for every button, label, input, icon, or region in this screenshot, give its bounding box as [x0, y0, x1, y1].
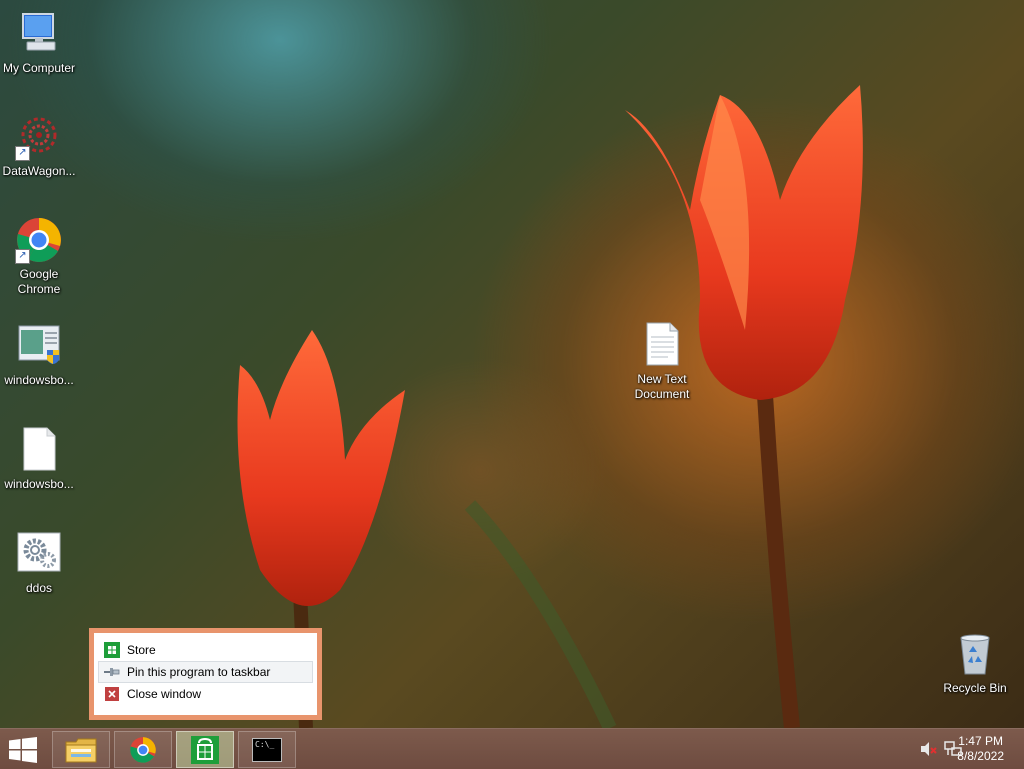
jump-list-item-label: Pin this program to taskbar — [127, 665, 271, 679]
shortcut-arrow-icon: ↗ — [15, 146, 30, 161]
taskbar-button-chrome[interactable] — [114, 731, 172, 768]
jump-list-item-label: Close window — [127, 687, 202, 701]
store-icon — [103, 641, 121, 659]
desktop-icon-label: Recycle Bin — [943, 681, 1007, 695]
desktop-icon-new-text-document[interactable]: New Text Document — [622, 321, 702, 402]
store-icon — [191, 735, 219, 764]
datawagon-icon: ↗ — [15, 113, 63, 161]
chrome-icon — [130, 736, 156, 763]
desktop-icon-google-chrome[interactable]: ↗ Google Chrome — [0, 216, 79, 297]
pin-icon — [103, 663, 121, 681]
jump-list-item-label: Store — [127, 643, 156, 657]
desktop-icon-my-computer[interactable]: My Computer — [0, 10, 79, 76]
desktop-icon-label: Google Chrome — [17, 267, 61, 296]
jump-list-body: Store Pin this program to taskbar Close … — [94, 633, 317, 715]
computer-icon — [15, 10, 63, 58]
text-file-icon — [638, 321, 686, 369]
shortcut-arrow-icon: ↗ — [15, 249, 30, 264]
desktop-icon-label: ddos — [25, 581, 53, 595]
jump-list-item-close-window[interactable]: Close window — [98, 683, 313, 705]
clock-time: 1:47 PM — [958, 734, 1003, 748]
recycle-bin-icon — [951, 630, 999, 678]
start-button[interactable] — [6, 735, 40, 765]
settings-file-icon — [15, 530, 63, 578]
jump-list-item-pin-to-taskbar[interactable]: Pin this program to taskbar — [98, 661, 313, 683]
cmd-icon: C:\_ — [252, 737, 282, 762]
taskbar-jump-list: Store Pin this program to taskbar Close … — [89, 628, 322, 720]
folder-icon — [65, 738, 97, 762]
taskbar-button-command-prompt[interactable]: C:\_ — [238, 731, 296, 768]
cmd-icon-glyph: C:\_ — [255, 739, 275, 749]
desktop-icon-label: New Text Document — [634, 372, 690, 401]
taskbar: C:\_ 1:47 PM 8/8/2022 — [0, 728, 1024, 769]
desktop-icon-label: My Computer — [2, 61, 76, 75]
close-icon — [103, 685, 121, 703]
desktop-icon-recycle-bin[interactable]: Recycle Bin — [935, 630, 1015, 696]
wallpaper — [237, 85, 863, 728]
desktop-icon-ddos[interactable]: ddos — [0, 530, 79, 596]
desktop-icon-label: DataWagon... — [2, 164, 76, 178]
taskbar-button-store[interactable] — [176, 731, 234, 768]
windows-logo-icon — [9, 737, 37, 763]
blank-file-icon — [15, 426, 63, 474]
system-tray: 1:47 PM 8/8/2022 — [874, 729, 1024, 769]
volume-muted-icon[interactable] — [920, 741, 938, 760]
installer-icon — [15, 322, 63, 370]
clock-date: 8/8/2022 — [957, 749, 1004, 763]
desktop-icon-windowsbo-file[interactable]: windowsbo... — [0, 426, 79, 492]
chrome-icon: ↗ — [15, 216, 63, 264]
taskbar-clock[interactable]: 1:47 PM 8/8/2022 — [957, 734, 1004, 764]
desktop-icon-windowsbo-installer[interactable]: windowsbo... — [0, 322, 79, 388]
desktop-icon-label: windowsbo... — [4, 477, 74, 491]
desktop-icon-datawagon[interactable]: ↗ DataWagon... — [0, 113, 79, 179]
desktop-icon-label: windowsbo... — [4, 373, 74, 387]
taskbar-button-file-explorer[interactable] — [52, 731, 110, 768]
jump-list-item-store[interactable]: Store — [98, 639, 313, 661]
